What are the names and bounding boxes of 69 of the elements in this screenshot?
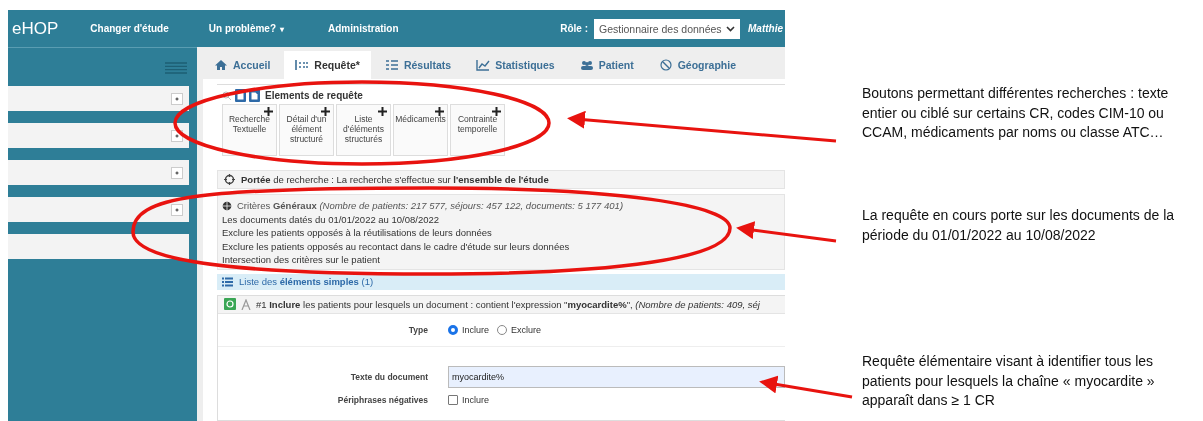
nav-link[interactable]: Changer d'étude bbox=[90, 23, 169, 34]
plus-icon[interactable] bbox=[171, 203, 183, 216]
tab[interactable]: Statistiques bbox=[465, 51, 566, 79]
text-icon bbox=[241, 298, 251, 310]
tab[interactable]: Résultats bbox=[373, 51, 463, 79]
criteria-line: Exclure les patients opposés au recontact dans le cadre d'étude sur leurs données bbox=[222, 239, 571, 253]
plus-icon bbox=[435, 107, 444, 116]
criteria-line: Exclure les patients opposés à la réutilisations de leurs données bbox=[222, 226, 493, 240]
checkbox-option[interactable]: Inclure bbox=[448, 394, 489, 405]
role-label: Rôle : bbox=[560, 23, 588, 34]
annotation-text: La requête en cours porte sur les documents de la période du 01/01/2022 au 10/08/2022 bbox=[862, 206, 1176, 245]
document-icon[interactable] bbox=[235, 89, 246, 102]
nav-link[interactable]: Un problème? ▾ bbox=[208, 23, 285, 34]
nav-link[interactable]: Administration bbox=[328, 23, 399, 34]
criteria-title: Critères Généraux (Nombre de patients: 217 577, séjours: 457 122, documents: 5 177 401) bbox=[237, 199, 624, 213]
plus-icon bbox=[378, 107, 387, 116]
grid-icon bbox=[295, 59, 310, 71]
radio-option[interactable]: Inclure bbox=[448, 324, 489, 335]
criteria-line: Intersection des critères sur le patient bbox=[222, 253, 381, 267]
sidebar-panel[interactable] bbox=[8, 197, 189, 222]
search-type-tile[interactable]: Recherche Textuelle bbox=[222, 104, 277, 156]
search-type-tile[interactable]: Contrainte temporelle bbox=[450, 104, 505, 156]
periphrase-label: Périphrases négatives bbox=[336, 394, 429, 405]
home-icon bbox=[214, 59, 228, 71]
chevron-icon bbox=[726, 25, 735, 32]
query-item-text: #1 Inclure les patients pour lesquels un document : contient l'expression "myocardite%", (Nombre de patients: 409, séj bbox=[256, 298, 760, 310]
checkbox[interactable] bbox=[448, 394, 458, 405]
radio-button[interactable] bbox=[448, 324, 458, 335]
people-icon bbox=[579, 59, 594, 71]
plus-icon[interactable] bbox=[171, 129, 183, 142]
circle-slash-icon bbox=[658, 59, 673, 71]
list-title: Liste des éléments simples (1) bbox=[239, 276, 374, 287]
radio-label: Exclure bbox=[511, 324, 542, 335]
panel-title: Elements de requête bbox=[265, 90, 363, 101]
role-select[interactable]: Gestionnaire des données bbox=[594, 18, 740, 39]
chart-icon bbox=[476, 59, 491, 71]
criteria-line: Les documents datés du 01/01/2022 au 10/08/2022 bbox=[222, 212, 441, 226]
globe-icon bbox=[222, 200, 232, 211]
tab[interactable]: Géographie bbox=[647, 51, 748, 79]
app-logo[interactable]: eHOP bbox=[12, 18, 59, 39]
documents-icon[interactable] bbox=[249, 89, 260, 102]
text-label: Texte du document bbox=[349, 371, 429, 382]
list-icon bbox=[384, 59, 399, 71]
plus-icon[interactable] bbox=[171, 92, 183, 105]
annotation-text: Boutons permettant différentes recherches : texte entier ou ciblé sur certains CR, codes CIM-10 ou CCAM, médicaments par noms ou classe ATC… bbox=[862, 84, 1170, 142]
radio-option[interactable]: Exclure bbox=[497, 324, 542, 335]
user-name[interactable]: Matthie bbox=[748, 23, 783, 34]
toggle-icon[interactable] bbox=[224, 298, 236, 310]
tab[interactable]: Patient bbox=[568, 51, 645, 79]
type-label: Type bbox=[407, 324, 429, 335]
scope-text: Portée de recherche : La recherche s'effectue sur l'ensemble de l'étude bbox=[241, 174, 549, 185]
search-type-tile[interactable]: Médicaments bbox=[393, 104, 448, 156]
annotation-text: Requête élémentaire visant à identifier tous les patients pour lesquels la chaîne « myocardite » apparaît dans ≥ 1 CR bbox=[862, 352, 1156, 410]
search-type-tile[interactable]: Détail d'un élément structuré bbox=[279, 104, 334, 156]
zoom-icon[interactable] bbox=[222, 91, 232, 100]
list-icon bbox=[222, 276, 233, 287]
input-field[interactable]: myocardite% bbox=[448, 365, 785, 388]
search-type-tile[interactable]: Liste d'éléments structurés bbox=[336, 104, 391, 156]
tab[interactable]: Requête* bbox=[284, 51, 371, 79]
plus-icon bbox=[492, 107, 501, 116]
sidebar-panel[interactable] bbox=[8, 234, 189, 259]
tab[interactable]: Accueil bbox=[203, 51, 282, 79]
radio-button[interactable] bbox=[497, 324, 507, 335]
plus-icon bbox=[264, 107, 273, 116]
target-icon bbox=[224, 174, 235, 185]
plus-icon bbox=[321, 107, 330, 116]
radio-label: Inclure bbox=[462, 324, 489, 335]
checkbox-label: Inclure bbox=[462, 394, 489, 405]
plus-icon[interactable] bbox=[171, 166, 183, 179]
